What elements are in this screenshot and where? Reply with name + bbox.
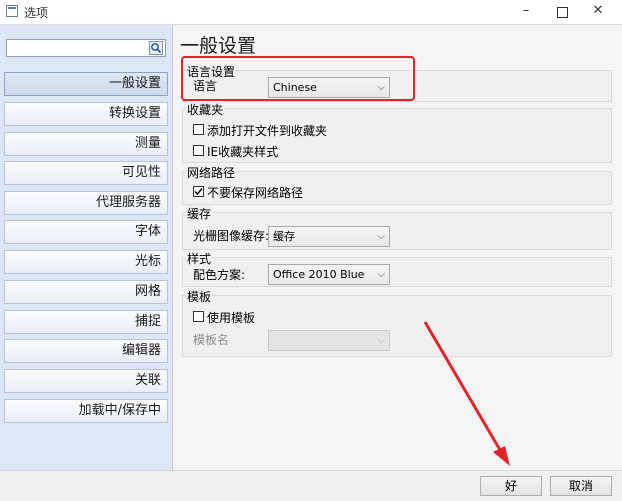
use-template-label: 使用模板 bbox=[207, 311, 256, 325]
chevron-down-icon: ⌵ bbox=[377, 231, 385, 242]
close-button[interactable]: ✕ bbox=[580, 0, 616, 24]
highlight-box bbox=[181, 56, 415, 101]
style-group bbox=[182, 257, 612, 287]
color-scheme-value: Office 2010 Blue bbox=[273, 268, 365, 281]
chevron-down-icon: ⌵ bbox=[377, 335, 385, 346]
ie-style-label: IE收藏夹样式 bbox=[207, 145, 279, 159]
ok-button[interactable]: 好 bbox=[480, 476, 542, 496]
cancel-button[interactable]: 取消 bbox=[550, 476, 612, 496]
use-template-checkbox[interactable] bbox=[193, 311, 204, 322]
sidebar-item-conversion[interactable]: 转换设置 bbox=[4, 102, 168, 126]
raster-cache-value: 缓存 bbox=[273, 230, 295, 243]
app-icon bbox=[6, 5, 18, 17]
title-bar: 选项 – ✕ bbox=[0, 0, 622, 25]
cache-group-label: 缓存 bbox=[186, 205, 213, 222]
add-open-file-checkbox[interactable] bbox=[193, 124, 204, 135]
page-title: 一般设置 bbox=[180, 35, 257, 57]
raster-cache-label: 光栅图像缓存: bbox=[193, 229, 270, 243]
maximize-icon bbox=[556, 7, 568, 18]
check-icon bbox=[194, 188, 203, 196]
sidebar-item-font[interactable]: 字体 bbox=[4, 220, 168, 244]
search-icon[interactable] bbox=[149, 41, 163, 55]
sidebar-item-editor[interactable]: 编辑器 bbox=[4, 339, 168, 363]
sidebar-item-association[interactable]: 关联 bbox=[4, 369, 168, 393]
sidebar-item-cursor[interactable]: 光标 bbox=[4, 250, 168, 274]
template-group bbox=[182, 295, 612, 357]
network-group-label: 网络路径 bbox=[186, 164, 237, 181]
template-name-select[interactable]: ⌵ bbox=[268, 330, 390, 351]
no-save-network-label: 不要保存网络路径 bbox=[207, 186, 304, 200]
chevron-down-icon: ⌵ bbox=[377, 269, 385, 280]
favorites-group-label: 收藏夹 bbox=[186, 101, 225, 118]
sidebar-item-general[interactable]: 一般设置 bbox=[4, 72, 168, 96]
search-input[interactable] bbox=[6, 39, 166, 57]
sidebar-item-measure[interactable]: 测量 bbox=[4, 132, 168, 156]
sidebar-item-load-save[interactable]: 加载中/保存中 bbox=[4, 399, 168, 423]
no-save-network-checkbox[interactable] bbox=[193, 186, 204, 197]
minimize-button[interactable]: – bbox=[508, 0, 544, 24]
maximize-button[interactable] bbox=[544, 0, 580, 24]
add-open-file-label: 添加打开文件到收藏夹 bbox=[207, 124, 328, 138]
raster-cache-select[interactable]: 缓存 ⌵ bbox=[268, 226, 390, 247]
window-title: 选项 bbox=[24, 6, 49, 20]
sidebar-item-snap[interactable]: 捕捉 bbox=[4, 310, 168, 334]
sidebar-item-grid[interactable]: 网格 bbox=[4, 280, 168, 304]
sidebar-item-visibility[interactable]: 可见性 bbox=[4, 161, 168, 185]
color-scheme-label: 配色方案: bbox=[193, 268, 246, 282]
style-group-label: 样式 bbox=[186, 250, 213, 267]
template-name-label: 模板名 bbox=[193, 333, 230, 347]
color-scheme-select[interactable]: Office 2010 Blue ⌵ bbox=[268, 264, 390, 285]
template-group-label: 模板 bbox=[186, 288, 213, 305]
sidebar-item-proxy[interactable]: 代理服务器 bbox=[4, 191, 168, 215]
ie-style-checkbox[interactable] bbox=[193, 145, 204, 156]
